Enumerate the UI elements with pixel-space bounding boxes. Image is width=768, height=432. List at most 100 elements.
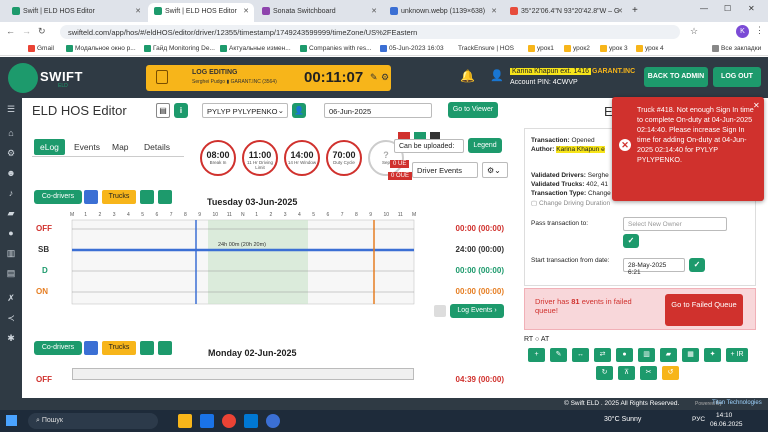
can-be-uploaded-select[interactable]: Can be uploaded:: [394, 139, 464, 153]
url-field[interactable]: swifteld.com/app/hos/#/eldHOS/editor/dri…: [60, 25, 680, 39]
trucks-button[interactable]: Trucks: [102, 190, 136, 204]
user-icon[interactable]: ●: [6, 228, 16, 238]
close-icon[interactable]: ✕: [371, 7, 377, 15]
check-icon[interactable]: ✓: [623, 234, 639, 248]
folder-icon[interactable]: [178, 414, 192, 428]
start-date-input[interactable]: 28-May-2025 6:21: [623, 258, 685, 276]
close-icon[interactable]: ✕: [491, 7, 497, 15]
bookmark-item[interactable]: урок 4: [636, 45, 664, 52]
rt-at-toggle[interactable]: RT ○ AT: [524, 336, 549, 343]
document-icon[interactable]: ▤: [156, 103, 170, 118]
code-icon[interactable]: ≺: [6, 313, 16, 323]
close-icon[interactable]: ✕: [243, 7, 249, 15]
co-drivers-button[interactable]: Co-drivers: [34, 190, 82, 204]
co-drivers-button[interactable]: Co-drivers: [34, 341, 82, 355]
add-ir-button[interactable]: + IR: [726, 348, 748, 362]
bookmark-item[interactable]: 05-Jun-2023 16:03: [380, 45, 444, 52]
users-icon[interactable]: ☻: [6, 168, 16, 178]
browser-tab-4[interactable]: unknown.webp (1139×638) ✕: [384, 3, 502, 22]
gear-icon[interactable]: ⚙: [6, 148, 16, 158]
wand-icon[interactable]: ✦: [704, 348, 721, 362]
go-to-viewer-button[interactable]: Go to Viewer: [448, 102, 498, 118]
edit-icon[interactable]: ✎: [370, 72, 378, 83]
grid-icon[interactable]: ▦: [682, 348, 699, 362]
close-icon[interactable]: ✕: [617, 7, 623, 15]
star-icon[interactable]: ☆: [690, 26, 698, 37]
chart-icon[interactable]: ▥: [6, 248, 16, 258]
app-icon[interactable]: [266, 414, 280, 428]
bookmark-item[interactable]: урок 3: [600, 45, 628, 52]
bookmark-item[interactable]: Gmail: [28, 45, 54, 52]
truck-icon[interactable]: ▰: [660, 348, 677, 362]
log-events-button[interactable]: Log Events ›: [450, 304, 504, 318]
weather[interactable]: 30°C Sunny: [604, 416, 641, 423]
change-driving-duration[interactable]: ▢ Change Driving Duration: [531, 199, 610, 207]
taskbar-search[interactable]: ⌕ Пошук: [28, 413, 158, 429]
settings-dropdown[interactable]: ⚙⌄: [482, 162, 508, 178]
date-input[interactable]: 06-Jun-2025: [324, 103, 432, 118]
language[interactable]: РУС: [692, 416, 705, 423]
gear-icon[interactable]: ✱: [6, 333, 16, 343]
owner-select[interactable]: Select New Owner: [623, 217, 727, 231]
tab-elog[interactable]: eLog: [34, 139, 65, 155]
all-bookmarks[interactable]: Все закладки: [712, 45, 761, 52]
tab-events[interactable]: Events: [68, 139, 106, 155]
user-icon[interactable]: ●: [616, 348, 633, 362]
go-to-failed-queue-button[interactable]: Go to Failed Queue: [665, 294, 743, 326]
browser-tab-2[interactable]: Swift | ELD HOS Editor ✕: [148, 3, 254, 22]
settings-icon[interactable]: ⚙: [381, 72, 389, 83]
wrench-icon[interactable]: ✗: [6, 293, 16, 303]
close-icon[interactable]: ✕: [753, 101, 760, 110]
menu-icon[interactable]: ☰: [6, 104, 16, 114]
close-window-icon[interactable]: ✕: [748, 4, 755, 13]
chrome-icon[interactable]: [222, 414, 236, 428]
tab-map[interactable]: Map: [106, 139, 135, 155]
resize-icon[interactable]: ↔: [572, 348, 589, 362]
truck-icon[interactable]: [84, 190, 98, 204]
bookmark-item[interactable]: TrackEnsure | HOS: [458, 45, 514, 52]
info-icon[interactable]: i: [174, 103, 188, 118]
undo-icon[interactable]: ↺: [662, 366, 679, 380]
maximize-icon[interactable]: ☐: [724, 4, 731, 13]
bookmark-item[interactable]: урок2: [564, 45, 590, 52]
back-to-admin-button[interactable]: BACK TO ADMIN: [644, 67, 708, 87]
app-icon[interactable]: [200, 414, 214, 428]
chart-icon[interactable]: ▤: [6, 268, 16, 278]
trucks-button[interactable]: Trucks: [102, 341, 136, 355]
close-icon[interactable]: ✕: [135, 7, 141, 15]
browser-tab-5[interactable]: 35°22'06.4"N 93°20'42.8"W – G ✕: [504, 3, 628, 22]
bell-icon[interactable]: 🔔: [460, 69, 475, 83]
marker-icon[interactable]: [158, 341, 172, 355]
driver-events-select[interactable]: Driver Events: [412, 162, 478, 178]
user-icon[interactable]: 👤: [292, 103, 306, 118]
comment-icon[interactable]: [434, 305, 446, 317]
menu-icon[interactable]: ⋮: [755, 25, 764, 36]
legend-button[interactable]: Legend: [468, 138, 502, 153]
log-out-button[interactable]: LOG OUT: [713, 67, 761, 87]
marker-icon[interactable]: [158, 190, 172, 204]
truck-icon[interactable]: [84, 341, 98, 355]
check-icon[interactable]: ✓: [689, 258, 705, 272]
forward-icon[interactable]: →: [22, 26, 31, 36]
browser-tab-3[interactable]: Sonata Switchboard ✕: [256, 3, 382, 22]
driver-select[interactable]: PYLYP PYLYPENKO ⌄: [202, 103, 288, 118]
windows-icon[interactable]: [6, 415, 17, 426]
home-icon[interactable]: ⌂: [6, 128, 16, 138]
trash-icon[interactable]: ▥: [638, 348, 655, 362]
profile-avatar[interactable]: K: [736, 25, 749, 38]
app-icon[interactable]: [244, 414, 258, 428]
back-icon[interactable]: ←: [6, 26, 15, 36]
new-tab-icon[interactable]: +: [632, 5, 638, 16]
bookmark-item[interactable]: Гайд Monitoring De...: [144, 45, 215, 52]
reload-icon[interactable]: ↻: [38, 26, 46, 37]
plus-icon[interactable]: +: [528, 348, 545, 362]
tab-details[interactable]: Details: [138, 139, 176, 155]
swap-icon[interactable]: ⇄: [594, 348, 611, 362]
bookmark-item[interactable]: Актуальные измен...: [220, 45, 291, 52]
bookmark-item[interactable]: Модальное окно р...: [66, 45, 136, 52]
bookmark-item[interactable]: Companies with res...: [300, 45, 372, 52]
scissors-icon[interactable]: ✂: [640, 366, 657, 380]
bookmark-item[interactable]: урок1: [528, 45, 554, 52]
split-icon[interactable]: ⊼: [618, 366, 635, 380]
bell-icon[interactable]: ♪: [6, 188, 16, 198]
